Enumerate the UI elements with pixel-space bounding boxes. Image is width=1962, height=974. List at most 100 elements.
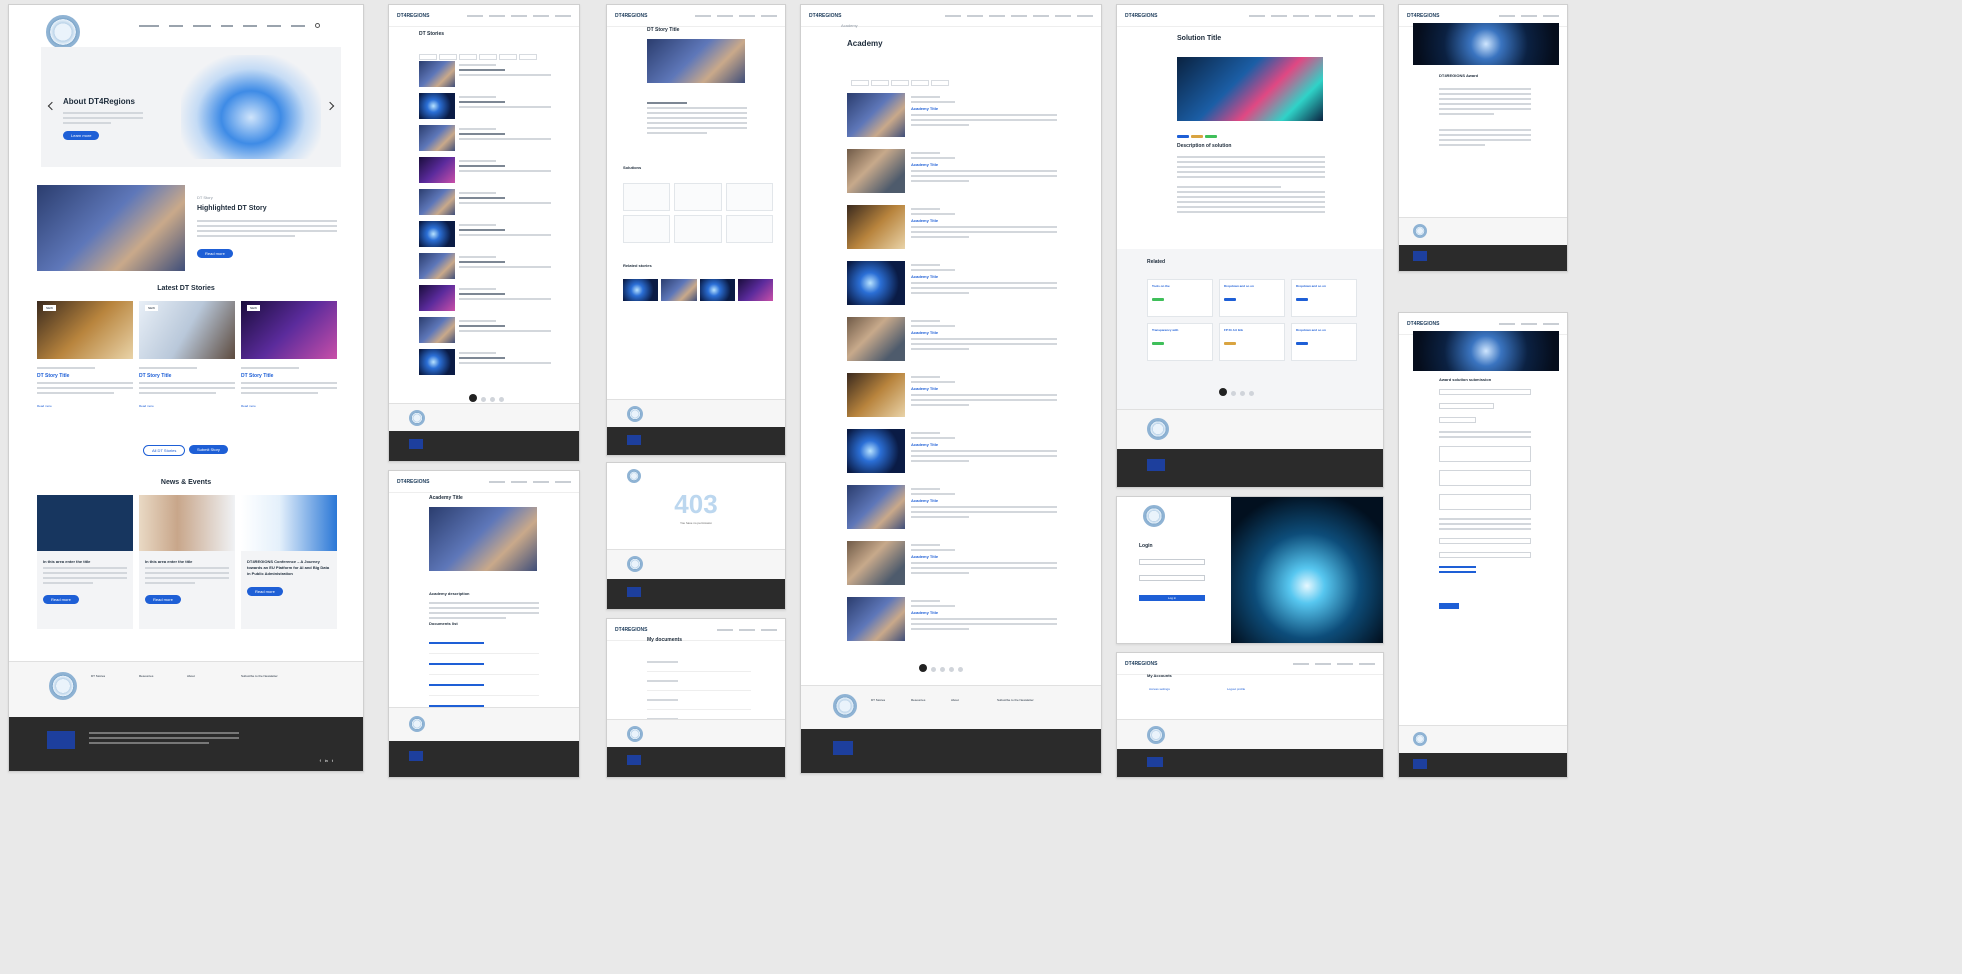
list-item[interactable]: Academy Title — [847, 93, 1057, 149]
news-card-button[interactable]: Read more — [247, 587, 283, 596]
academy-item-title[interactable]: Academy Title — [911, 442, 1057, 447]
form-field[interactable] — [1439, 538, 1531, 544]
all-stories-button[interactable]: All DT Stories — [143, 445, 186, 456]
academy-item-title[interactable]: Academy Title — [911, 162, 1057, 167]
story-card[interactable]: NEW DT Story Title Read more — [37, 301, 133, 408]
site-brand[interactable]: DT4REGIONS — [615, 627, 648, 633]
footer-logo[interactable] — [627, 726, 643, 742]
solution-card[interactable] — [674, 215, 722, 243]
facebook-icon[interactable]: f — [320, 758, 321, 763]
site-logo[interactable] — [627, 469, 641, 483]
solution-card[interactable]: Dropdown and so on — [1219, 279, 1285, 317]
site-logo[interactable] — [46, 15, 80, 49]
academy-item-title[interactable]: Academy Title — [911, 274, 1057, 279]
footer-logo[interactable] — [1147, 726, 1165, 744]
site-brand[interactable]: DT4REGIONS — [615, 13, 648, 19]
list-item[interactable]: Academy Title — [847, 373, 1057, 429]
list-item[interactable]: Academy Title — [847, 261, 1057, 317]
story-card-link[interactable]: Read more — [241, 404, 337, 408]
list-item[interactable]: Academy Title — [847, 485, 1057, 541]
form-field[interactable] — [1439, 403, 1495, 409]
footer-logo[interactable] — [1413, 732, 1427, 746]
nav-item[interactable] — [221, 25, 233, 27]
list-item[interactable] — [429, 654, 539, 675]
solution-card[interactable]: Transparency with — [1147, 323, 1213, 361]
solution-card[interactable]: Tools on the — [1147, 279, 1213, 317]
list-item[interactable]: Academy Title — [847, 317, 1057, 373]
story-card-link[interactable]: Read more — [139, 404, 235, 408]
footer-logo[interactable] — [1413, 224, 1427, 238]
footer-logo[interactable] — [1147, 418, 1169, 440]
list-item[interactable] — [419, 125, 551, 155]
footer-logo[interactable] — [49, 672, 77, 700]
related-card[interactable] — [661, 279, 697, 301]
news-card-button[interactable]: Read more — [145, 595, 181, 604]
form-field[interactable] — [1439, 494, 1531, 510]
list-item[interactable] — [419, 189, 551, 219]
submit-story-button[interactable]: Submit Story — [189, 445, 228, 454]
site-logo[interactable] — [1143, 505, 1165, 527]
news-card[interactable]: In this area enter the title Read more — [139, 495, 235, 629]
list-item[interactable]: Academy Title — [847, 541, 1057, 597]
academy-item-title[interactable]: Academy Title — [911, 498, 1057, 503]
form-field[interactable] — [1439, 417, 1476, 423]
login-button[interactable]: Log in — [1139, 595, 1205, 601]
site-brand[interactable]: DT4REGIONS — [397, 479, 430, 485]
solution-card[interactable] — [674, 183, 722, 211]
footer-logo[interactable] — [833, 694, 857, 718]
news-card[interactable]: In this area enter the title Read more — [37, 495, 133, 629]
next-arrow-icon[interactable] — [325, 101, 335, 111]
filter-tabs[interactable] — [851, 73, 951, 91]
story-card-title[interactable]: DT Story Title — [241, 373, 337, 379]
footer-logo[interactable] — [627, 406, 643, 422]
story-card[interactable]: NEW DT Story Title Read more — [241, 301, 337, 408]
prev-arrow-icon[interactable] — [47, 101, 57, 111]
footer-logo[interactable] — [627, 556, 643, 572]
list-item[interactable]: Academy Title — [847, 205, 1057, 261]
nav-item[interactable] — [291, 25, 305, 27]
table-row[interactable] — [647, 653, 751, 672]
site-brand[interactable]: DT4REGIONS — [1407, 13, 1440, 19]
story-card[interactable]: NEW DT Story Title Read more — [139, 301, 235, 408]
list-item[interactable] — [419, 285, 551, 315]
academy-item-title[interactable]: Academy Title — [911, 106, 1057, 111]
academy-item-title[interactable]: Academy Title — [911, 330, 1057, 335]
solution-card[interactable]: Dropdown and so on — [1291, 279, 1357, 317]
account-item[interactable]: Logout profile — [1227, 687, 1245, 691]
site-brand[interactable]: DT4REGIONS — [397, 13, 430, 19]
news-card-title[interactable]: In this area enter the title — [145, 559, 229, 564]
twitter-icon[interactable]: t — [332, 758, 333, 763]
email-field[interactable] — [1139, 559, 1205, 565]
academy-item-title[interactable]: Academy Title — [911, 554, 1057, 559]
site-brand[interactable]: DT4REGIONS — [1125, 13, 1158, 19]
news-card-title[interactable]: DT4REGIONS Conference – A Journey toward… — [247, 559, 331, 577]
breadcrumb[interactable]: Academy — [841, 23, 858, 28]
academy-item-title[interactable]: Academy Title — [911, 610, 1057, 615]
story-card-link[interactable]: Read more — [37, 404, 133, 408]
account-item[interactable]: Access settings — [1149, 687, 1170, 691]
nav-item[interactable] — [139, 25, 159, 27]
site-brand[interactable]: DT4REGIONS — [1125, 661, 1158, 667]
related-card[interactable] — [737, 279, 773, 301]
solution-card[interactable] — [725, 183, 773, 211]
nav-item[interactable] — [243, 25, 257, 27]
linkedin-icon[interactable]: in — [325, 758, 328, 763]
submit-button[interactable] — [1439, 603, 1459, 609]
hero-button[interactable]: Learn more — [63, 131, 100, 140]
list-item[interactable] — [419, 253, 551, 283]
solution-card[interactable]: FP Dr Art link — [1219, 323, 1285, 361]
solution-card[interactable] — [623, 183, 671, 211]
list-item[interactable] — [429, 675, 539, 696]
form-field[interactable] — [1439, 389, 1531, 395]
news-card-title[interactable]: In this area enter the title — [43, 559, 127, 564]
list-item[interactable] — [419, 349, 551, 379]
story-card-title[interactable]: DT Story Title — [139, 373, 235, 379]
solution-card[interactable] — [725, 215, 773, 243]
related-card[interactable] — [699, 279, 735, 301]
footer-logo[interactable] — [409, 410, 425, 426]
list-item[interactable] — [419, 61, 551, 91]
table-row[interactable] — [647, 691, 751, 710]
academy-item-title[interactable]: Academy Title — [911, 386, 1057, 391]
search-icon[interactable] — [315, 23, 320, 28]
pagination[interactable] — [1217, 383, 1256, 401]
